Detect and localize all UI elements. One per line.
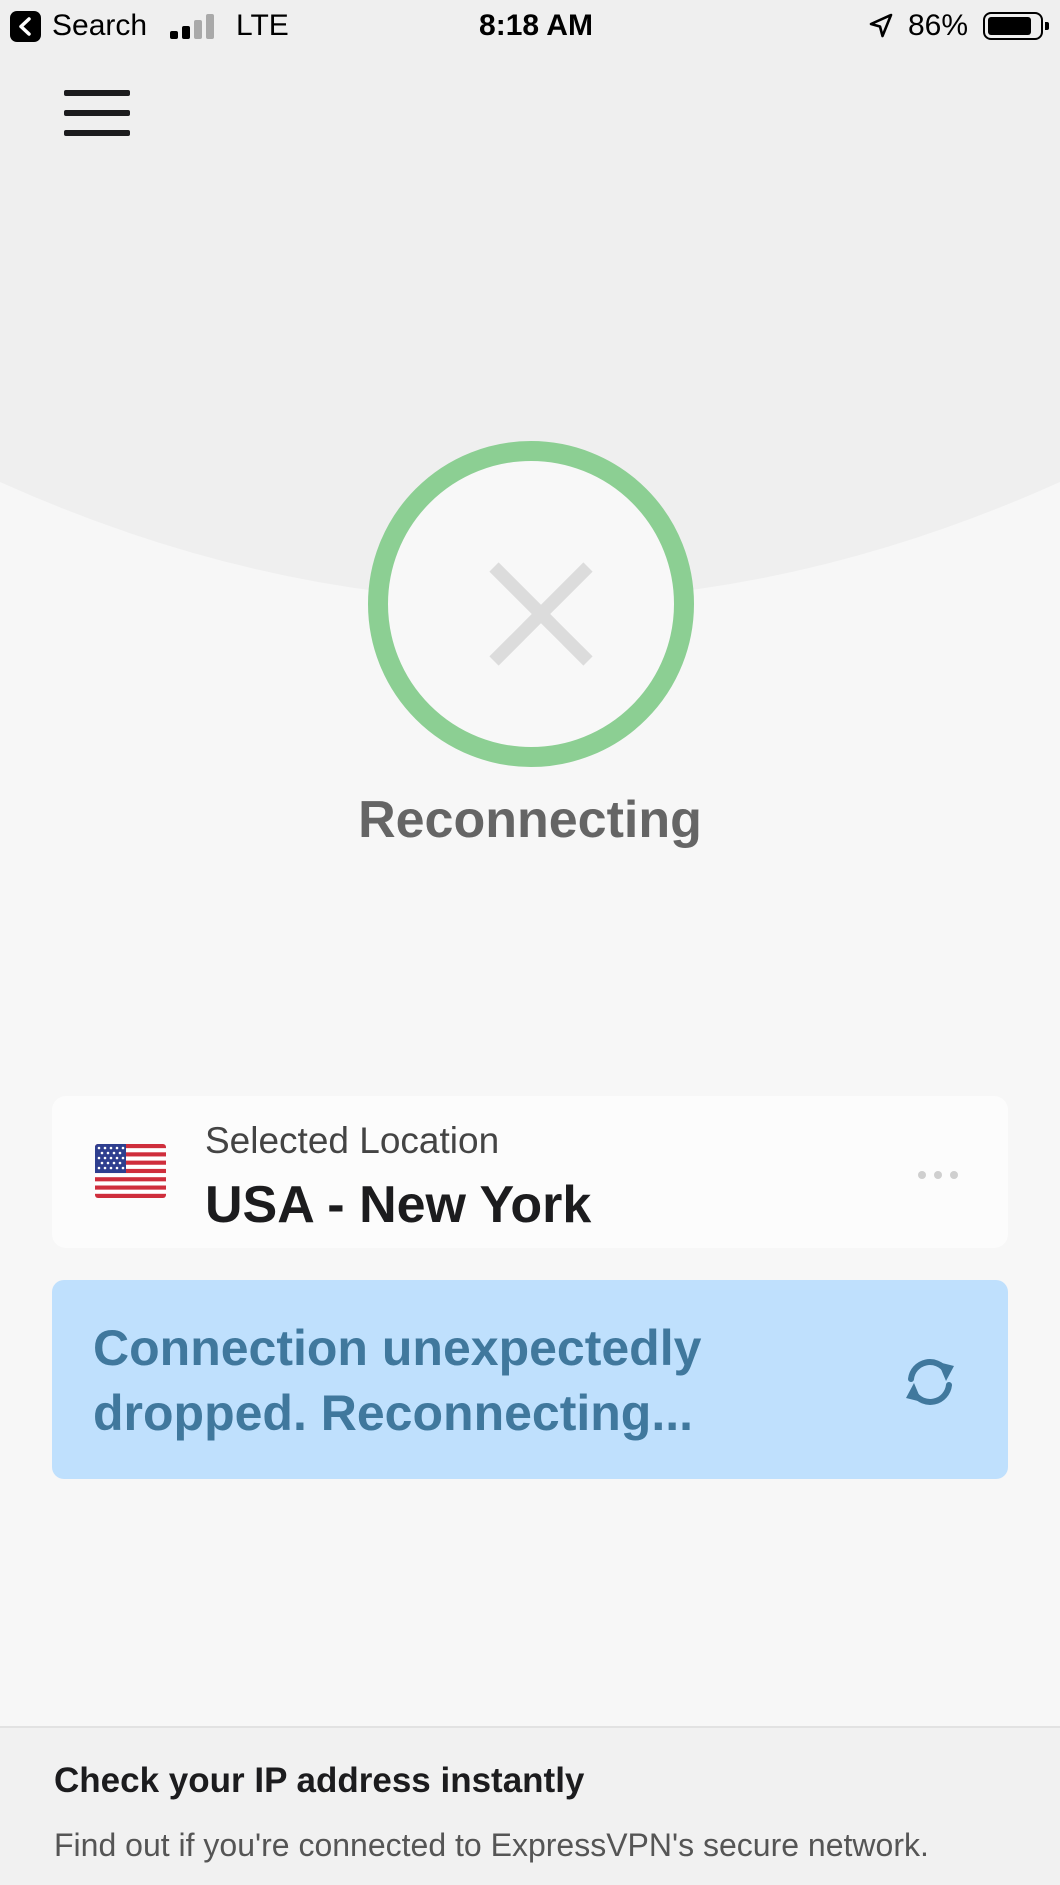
location-arrow-icon [869, 13, 893, 38]
ip-check-section[interactable]: Check your IP address instantly Find out… [0, 1726, 1060, 1885]
battery-percentage: 86% [908, 9, 969, 42]
selected-location-card[interactable]: Selected Location USA - New York [52, 1096, 1008, 1248]
us-flag-icon [95, 1144, 166, 1198]
connection-status: Reconnecting [358, 791, 702, 849]
battery-terminal [1045, 22, 1049, 30]
battery-icon [983, 12, 1049, 40]
connection-dropped-banner: Connection unexpectedly dropped. Reconne… [52, 1280, 1008, 1479]
refresh-icon[interactable] [902, 1354, 958, 1410]
battery-level-fill [988, 17, 1031, 35]
vpn-home-screen: Search LTE 8:18 AM 86% Reconnecting Sele… [0, 0, 1060, 1885]
connection-dropped-message: Connection unexpectedly dropped. Reconne… [93, 1320, 702, 1441]
more-dots-icon[interactable] [912, 1154, 964, 1194]
status-bar: Search LTE 8:18 AM 86% [0, 0, 1060, 54]
close-x-icon [489, 562, 593, 666]
ip-check-subtitle: Find out if you're connected to ExpressV… [54, 1827, 929, 1863]
selected-location-name: USA - New York [205, 1176, 592, 1234]
selected-location-caption: Selected Location [205, 1120, 500, 1161]
clock: 8:18 AM [479, 9, 593, 42]
ip-check-title: Check your IP address instantly [54, 1761, 585, 1800]
connect-button[interactable] [368, 441, 694, 767]
hamburger-menu-icon[interactable] [62, 88, 134, 140]
